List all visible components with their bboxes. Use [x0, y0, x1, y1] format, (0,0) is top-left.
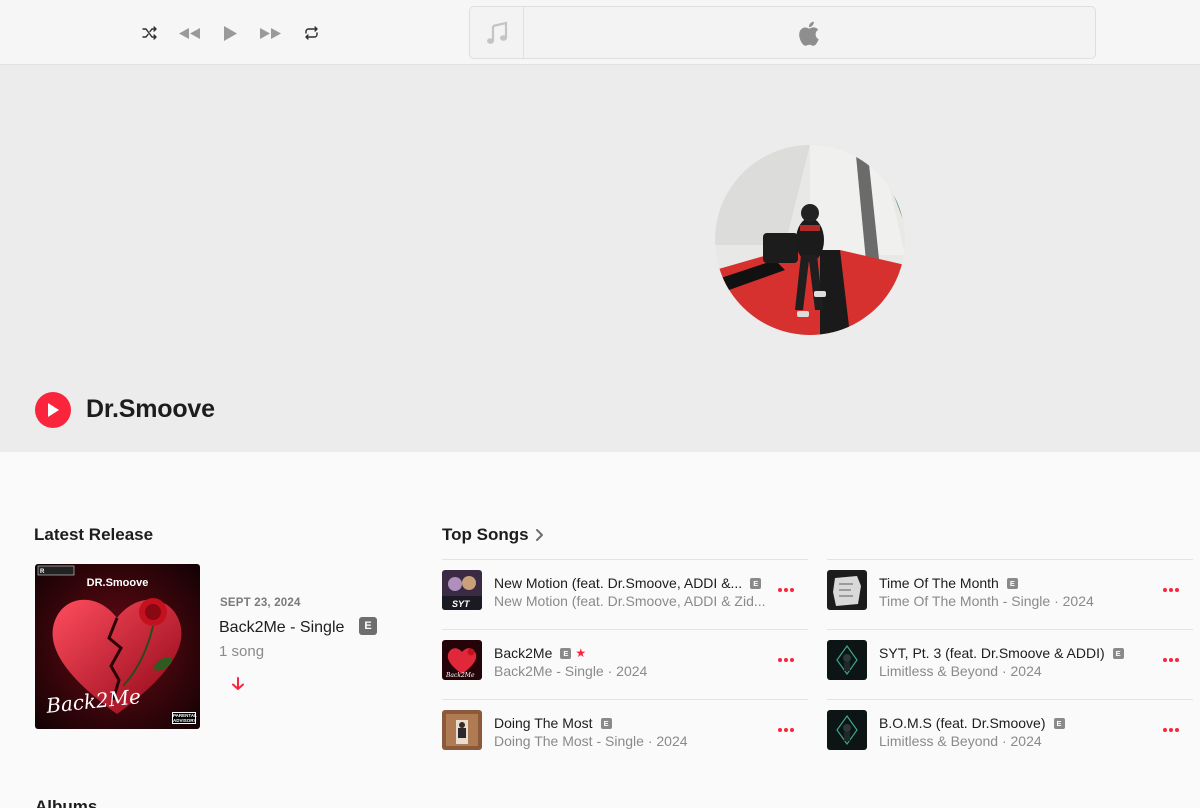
release-song-count: 1 song [219, 643, 265, 660]
play-icon[interactable] [220, 22, 240, 44]
next-icon[interactable] [258, 22, 282, 44]
play-icon [48, 403, 59, 417]
previous-icon[interactable] [177, 22, 201, 44]
explicit-badge: E [750, 577, 762, 589]
more-options-icon[interactable] [776, 722, 796, 738]
song-title: B.O.M.S (feat. Dr.Smoove) [879, 715, 1046, 731]
more-options-icon[interactable] [1161, 582, 1181, 598]
toolbar [0, 0, 1200, 65]
more-options-icon[interactable] [776, 652, 796, 668]
song-subtitle: Back2Me - Single · 2024 [494, 663, 648, 679]
svg-text:Back2Me: Back2Me [445, 672, 475, 679]
favorite-star-icon: ★ [575, 646, 587, 660]
apple-logo-icon [799, 21, 821, 51]
play-artist-button[interactable] [35, 392, 71, 428]
release-title[interactable]: Back2Me - Single [219, 619, 344, 637]
top-songs-heading: Top Songs [442, 525, 529, 544]
song-title: Doing The Most [494, 715, 593, 731]
song-title: Back2Me [494, 645, 553, 661]
song-subtitle: Time Of The Month - Single · 2024 [879, 593, 1094, 609]
song-row[interactable]: SYT New Motion (feat. Dr.Smoove, ADDI &.… [442, 559, 808, 629]
release-date: SEPT 23, 2024 [220, 597, 301, 609]
top-songs-heading-link[interactable]: Top Songs [442, 525, 544, 545]
more-options-icon[interactable] [1161, 722, 1181, 738]
explicit-badge: E [359, 617, 377, 635]
explicit-badge: E [600, 717, 612, 729]
explicit-badge: E [1006, 577, 1018, 589]
latest-release-heading: Latest Release [34, 525, 154, 544]
latest-release-artwork[interactable]: R DR.Smoove Back2Me PARENTAL ADVISORY [35, 564, 200, 729]
artwork-artist-text: DR.Smoove [86, 577, 149, 589]
artist-photo [715, 145, 905, 335]
song-artwork [827, 710, 867, 750]
song-title: Time Of The Month [879, 575, 999, 591]
download-icon[interactable] [231, 676, 245, 697]
more-options-icon[interactable] [776, 582, 796, 598]
song-row[interactable]: Back2Me Back2Me E ★ Back2Me - Single · 202… [442, 629, 808, 699]
explicit-badge: E [1112, 647, 1124, 659]
explicit-badge: E [560, 647, 572, 659]
song-artwork: SYT [442, 570, 482, 610]
artist-hero: Dr.Smoove [0, 65, 1200, 452]
song-row[interactable]: Doing The Most E Doing The Most - Single … [442, 699, 808, 769]
song-title: New Motion (feat. Dr.Smoove, ADDI &... [494, 575, 743, 591]
shuffle-icon[interactable] [141, 22, 159, 44]
song-row[interactable]: Time Of The Month E Time Of The Month - S… [827, 559, 1193, 629]
now-playing-display [469, 6, 1096, 59]
song-artwork [827, 570, 867, 610]
parental-advisory-badge: PARENTAL ADVISORY [172, 712, 197, 724]
explicit-badge: E [1053, 717, 1065, 729]
song-row[interactable]: SYT, Pt. 3 (feat. Dr.Smoove & ADDI) E Lim… [827, 629, 1193, 699]
chevron-right-icon [535, 529, 543, 541]
repeat-icon[interactable] [302, 22, 320, 44]
artist-name: Dr.Smoove [86, 395, 215, 423]
svg-text:SYT: SYT [452, 599, 471, 609]
song-subtitle: Limitless & Beyond · 2024 [879, 733, 1042, 749]
song-artwork [442, 710, 482, 750]
song-subtitle: Doing The Most - Single · 2024 [494, 733, 688, 749]
music-note-icon [470, 7, 524, 58]
song-title: SYT, Pt. 3 (feat. Dr.Smoove & ADDI) [879, 645, 1105, 661]
albums-heading: Albums [35, 797, 98, 808]
song-subtitle: Limitless & Beyond · 2024 [879, 663, 1042, 679]
svg-text:R: R [40, 569, 45, 575]
more-options-icon[interactable] [1161, 652, 1181, 668]
song-artwork: Back2Me [442, 640, 482, 680]
song-subtitle: New Motion (feat. Dr.Smoove, ADDI & Zid.… [494, 593, 766, 609]
song-row[interactable]: B.O.M.S (feat. Dr.Smoove) E Limitless & B… [827, 699, 1193, 769]
song-artwork [827, 640, 867, 680]
